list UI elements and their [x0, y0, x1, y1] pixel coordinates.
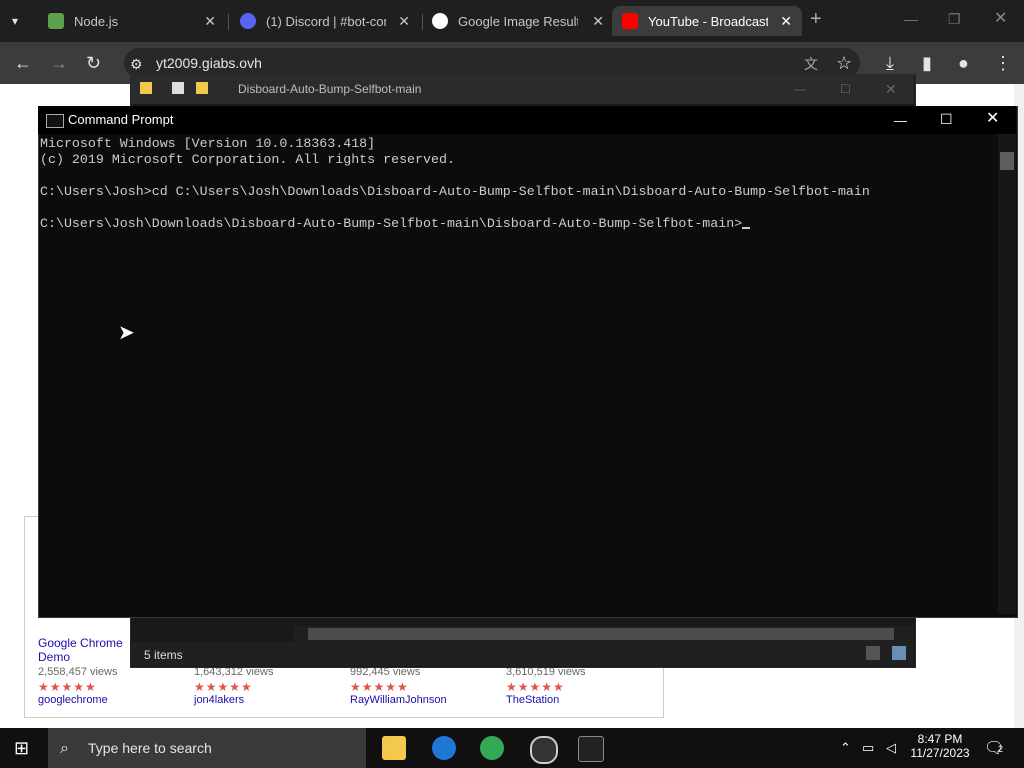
tab-google-image[interactable]: Google Image Result ✕ — [424, 6, 614, 36]
new-tab-icon[interactable]: + — [810, 9, 822, 29]
video-channel-link[interactable]: RayWilliamJohnson — [350, 694, 447, 706]
cmd-line: Microsoft Windows [Version 10.0.18363.41… — [40, 136, 376, 151]
tab-nodejs[interactable]: Node.js ✕ — [36, 6, 226, 36]
video-channel-link[interactable]: jon4lakers — [194, 694, 244, 706]
video-rating: ★★★★★ — [38, 680, 97, 694]
new-folder-icon[interactable] — [196, 82, 208, 94]
tab-title: YouTube - Broadcast Y — [648, 13, 768, 29]
close-tab-icon[interactable]: ✕ — [780, 13, 792, 30]
items-count: 5 items — [144, 648, 183, 662]
cmd-scrollbar-thumb[interactable] — [1000, 152, 1014, 170]
reload-icon[interactable]: ↻ — [86, 54, 101, 72]
tab-strip: ▾ Node.js ✕ (1) Discord | #bot-com ✕ Goo… — [0, 0, 1024, 42]
explorer-hscroll-thumb[interactable] — [308, 628, 894, 640]
restore-icon[interactable]: ❐ — [948, 10, 961, 28]
file-explorer-taskbar-icon[interactable] — [382, 736, 406, 760]
video-rating: ★★★★★ — [506, 680, 565, 694]
search-placeholder[interactable]: Type here to search — [88, 740, 212, 756]
cmd-close-icon[interactable]: ✕ — [986, 110, 999, 128]
video-channel-link[interactable]: googlechrome — [38, 694, 108, 706]
cmd-app-icon — [46, 114, 64, 128]
edge-taskbar-icon[interactable] — [432, 736, 456, 760]
notification-count: 2 — [998, 744, 1004, 754]
site-info-icon[interactable]: ⚙ — [130, 55, 143, 73]
bookmark-star-icon[interactable]: ☆ — [836, 54, 852, 72]
cmd-prompt-line[interactable]: C:\Users\Josh\Downloads\Disboard-Auto-Bu… — [40, 216, 751, 231]
cmd-line: (c) 2019 Microsoft Corporation. All righ… — [40, 152, 455, 167]
download-icon[interactable]: ⤓ — [886, 54, 894, 72]
arrow-right-icon[interactable]: → — [50, 54, 68, 72]
video-title[interactable]: Demo — [38, 650, 70, 664]
video-channel-link[interactable]: TheStation — [506, 694, 559, 706]
cmd-title: Command Prompt — [68, 112, 174, 127]
close-tab-icon[interactable]: ✕ — [398, 13, 410, 30]
video-title[interactable]: Google Chrome — [38, 636, 123, 650]
tab-title: (1) Discord | #bot-com — [266, 13, 386, 29]
close-window-icon[interactable]: ✕ — [994, 10, 1007, 28]
explorer-minimize-icon[interactable]: — — [794, 80, 806, 98]
profile-icon[interactable]: ● — [958, 54, 969, 72]
menu-icon[interactable]: ⋮ — [994, 54, 1012, 72]
tab-divider — [228, 14, 229, 30]
explorer-close-icon[interactable]: ✕ — [885, 80, 897, 98]
minimize-icon[interactable]: — — [904, 10, 918, 28]
side-panel-icon[interactable]: ▮ — [922, 54, 932, 72]
cmd-taskbar-icon[interactable] — [578, 736, 604, 762]
chrome-taskbar-icon[interactable] — [480, 736, 504, 760]
explorer-maximize-icon[interactable]: ☐ — [840, 80, 851, 98]
clock-date: 11/27/2023 — [910, 746, 970, 760]
command-prompt-window — [38, 106, 1018, 618]
clock-time: 8:47 PM — [917, 732, 963, 746]
discord-favicon-icon — [240, 13, 256, 29]
tab-search-chevron-icon[interactable]: ▾ — [12, 12, 18, 30]
explorer-title: Disboard-Auto-Bump-Selfbot-main — [238, 82, 422, 96]
cmd-titlebar[interactable] — [38, 106, 1016, 134]
cmd-maximize-icon[interactable]: ☐ — [940, 110, 953, 128]
text-cursor — [742, 227, 751, 229]
properties-icon[interactable] — [172, 82, 184, 94]
nodejs-favicon-icon — [48, 13, 64, 29]
obs-taskbar-icon[interactable] — [530, 736, 558, 764]
url-text[interactable]: yt2009.giabs.ovh — [156, 55, 262, 71]
explorer-status-bar — [130, 642, 914, 666]
arrow-left-icon[interactable]: ← — [14, 54, 32, 72]
youtube-favicon-icon — [622, 13, 638, 29]
volume-muted-icon[interactable]: ◁ — [886, 740, 896, 756]
tab-title: Google Image Result — [458, 13, 578, 29]
details-view-icon[interactable] — [866, 646, 880, 660]
tab-discord[interactable]: (1) Discord | #bot-com ✕ — [230, 6, 420, 36]
network-icon[interactable]: ▭ — [862, 740, 874, 756]
video-views: 2,558,457 views — [38, 666, 118, 678]
cmd-prompt: C:\Users\Josh\Downloads\Disboard-Auto-Bu… — [40, 216, 743, 231]
google-favicon-icon — [432, 13, 448, 29]
mouse-pointer-icon: ➤ — [118, 322, 135, 344]
close-tab-icon[interactable]: ✕ — [204, 13, 216, 30]
video-rating: ★★★★★ — [194, 680, 253, 694]
tab-divider — [422, 14, 423, 30]
cmd-scrollbar[interactable] — [998, 134, 1016, 614]
folder-icon — [140, 82, 152, 94]
search-icon: ⌕ — [60, 740, 69, 757]
windows-start-icon[interactable]: ⊞ — [14, 739, 29, 757]
taskbar-clock[interactable]: 8:47 PM 11/27/2023 — [900, 732, 980, 760]
tray-chevron-up-icon[interactable]: ⌃ — [840, 740, 851, 756]
tab-youtube[interactable]: YouTube - Broadcast Y ✕ — [612, 6, 802, 36]
close-tab-icon[interactable]: ✕ — [592, 13, 604, 30]
cmd-line: C:\Users\Josh>cd C:\Users\Josh\Downloads… — [40, 184, 870, 199]
video-rating: ★★★★★ — [350, 680, 409, 694]
translate-icon[interactable]: 文 — [804, 55, 818, 73]
tiles-view-icon[interactable] — [892, 646, 906, 660]
cmd-minimize-icon[interactable]: — — [894, 112, 907, 130]
tab-title: Node.js — [74, 13, 119, 29]
